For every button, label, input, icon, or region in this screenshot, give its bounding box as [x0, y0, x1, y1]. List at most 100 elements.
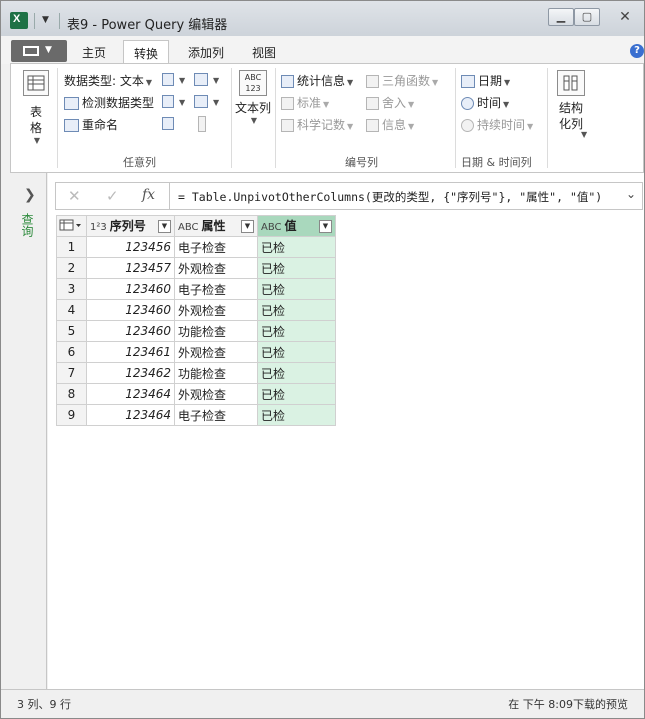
confirm-icon[interactable]: ✓ [106, 187, 119, 205]
rounding-button[interactable]: 舍入 ▼ [366, 94, 414, 111]
row-number[interactable]: 8 [56, 383, 87, 405]
table-row[interactable]: 1 123456 电子检查 已检 [56, 236, 336, 258]
time-button[interactable]: 时间 ▼ [461, 94, 509, 111]
duration-button[interactable]: 持续时间 ▼ [461, 116, 533, 133]
column-header-value[interactable]: ABC 值 ▼ [257, 215, 336, 237]
attribute-cell[interactable]: 外观检查 [174, 383, 258, 405]
tab-transform[interactable]: 转换 [123, 40, 169, 64]
attribute-cell[interactable]: 电子检查 [174, 404, 258, 426]
move-button[interactable]: ▼ [194, 94, 219, 108]
information-button[interactable]: 信息 ▼ [366, 116, 414, 133]
detect-type-button[interactable]: 检测数据类型 [64, 94, 154, 111]
attribute-cell[interactable]: 电子检查 [174, 278, 258, 300]
row-number[interactable]: 6 [56, 341, 87, 363]
serial-cell[interactable]: 123462 [86, 362, 175, 384]
table-button-label: 表格 [29, 105, 42, 135]
attribute-cell[interactable]: 外观检查 [174, 299, 258, 321]
value-cell[interactable]: 已检 [257, 404, 336, 426]
minimize-button[interactable]: ▁ [548, 8, 574, 26]
trig-button[interactable]: 三角函数 ▼ [366, 72, 438, 89]
table-row[interactable]: 2 123457 外观检查 已检 [56, 257, 336, 279]
column-header-attribute[interactable]: ABC 属性 ▼ [174, 215, 258, 237]
row-number[interactable]: 5 [56, 320, 87, 342]
file-menu-button[interactable]: ▼ [11, 40, 67, 62]
formula-bar[interactable]: = Table.UnpivotOtherColumns(更改的类型, {"序列号… [169, 182, 643, 210]
table-menu-button[interactable] [56, 215, 87, 237]
tab-home[interactable]: 主页 [73, 40, 115, 64]
convert-to-list-button[interactable] [198, 116, 209, 132]
group-label-datetime-column: 日期 & 时间列 [461, 156, 532, 169]
attribute-cell[interactable]: 外观检查 [174, 341, 258, 363]
tab-view[interactable]: 视图 [243, 40, 285, 64]
statistics-button[interactable]: 统计信息 ▼ [281, 72, 353, 89]
table-row[interactable]: 6 123461 外观检查 已检 [56, 341, 336, 363]
chevron-down-icon: ▼ [179, 76, 186, 85]
chevron-down-icon: ▼ [408, 100, 415, 109]
queries-label[interactable]: 查询 [20, 213, 36, 237]
serial-cell[interactable]: 123460 [86, 299, 175, 321]
serial-cell[interactable]: 123461 [86, 341, 175, 363]
serial-cell[interactable]: 123464 [86, 404, 175, 426]
value-cell[interactable]: 已检 [257, 341, 336, 363]
table-row[interactable]: 5 123460 功能检查 已检 [56, 320, 336, 342]
attribute-cell[interactable]: 外观检查 [174, 257, 258, 279]
table-row[interactable]: 4 123460 外观检查 已检 [56, 299, 336, 321]
value-cell[interactable]: 已检 [257, 236, 336, 258]
replace-values-button[interactable]: ▼ [162, 72, 185, 86]
table-row[interactable]: 7 123462 功能检查 已检 [56, 362, 336, 384]
value-cell[interactable]: 已检 [257, 320, 336, 342]
close-button[interactable]: ✕ [607, 8, 643, 26]
table-row[interactable]: 8 123464 外观检查 已检 [56, 383, 336, 405]
scientific-button[interactable]: 科学记数 ▼ [281, 116, 353, 133]
attribute-cell[interactable]: 功能检查 [174, 362, 258, 384]
filter-dropdown-icon[interactable]: ▼ [158, 219, 171, 233]
help-icon[interactable]: ? [630, 44, 644, 58]
maximize-button[interactable]: ▢ [574, 8, 600, 26]
value-cell[interactable]: 已检 [257, 278, 336, 300]
serial-cell[interactable]: 123456 [86, 236, 175, 258]
transpose-button[interactable] [162, 116, 177, 130]
formula-text[interactable]: = Table.UnpivotOtherColumns(更改的类型, {"序列号… [178, 189, 602, 205]
serial-cell[interactable]: 123460 [86, 320, 175, 342]
row-number[interactable]: 4 [56, 299, 87, 321]
serial-cell[interactable]: 123460 [86, 278, 175, 300]
unpivot-button[interactable]: ▼ [194, 72, 219, 86]
attribute-cell[interactable]: 电子检查 [174, 236, 258, 258]
filter-dropdown-icon[interactable]: ▼ [319, 219, 332, 233]
quick-access-dropdown-icon[interactable]: ▼ [42, 15, 49, 25]
row-number[interactable]: 2 [56, 257, 87, 279]
date-button[interactable]: 日期 ▼ [461, 72, 510, 89]
cancel-icon[interactable]: ✕ [68, 187, 81, 205]
filter-dropdown-icon[interactable]: ▼ [241, 219, 254, 233]
serial-cell[interactable]: 123464 [86, 383, 175, 405]
data-type-dropdown[interactable]: 数据类型: 文本 ▼ [64, 72, 152, 89]
table-row[interactable]: 9 123464 电子检查 已检 [56, 404, 336, 426]
row-number[interactable]: 1 [56, 236, 87, 258]
information-label: 信息 [382, 118, 407, 132]
attribute-cell[interactable]: 功能检查 [174, 320, 258, 342]
window-title: 表9 - Power Query 编辑器 [67, 18, 228, 33]
value-cell[interactable]: 已检 [257, 362, 336, 384]
row-number[interactable]: 7 [56, 362, 87, 384]
rename-button[interactable]: 重命名 [64, 116, 118, 133]
fill-button[interactable]: ▼ [162, 94, 185, 108]
text-column-button[interactable]: ABC 123 文本列 ▼ [235, 70, 271, 125]
table-row[interactable]: 3 123460 电子检查 已检 [56, 278, 336, 300]
row-number[interactable]: 9 [56, 404, 87, 426]
value-cell[interactable]: 已检 [257, 257, 336, 279]
standard-button[interactable]: 标准 ▼ [281, 94, 329, 111]
table-button[interactable]: 表格 ▼ [17, 70, 55, 145]
chevron-down-icon[interactable]: ⌄ [626, 187, 636, 201]
tab-add-column[interactable]: 添加列 [181, 40, 231, 64]
fx-icon[interactable]: fx [142, 187, 155, 203]
structured-column-button[interactable]: 结构化列 ▼ [551, 70, 591, 139]
value-cell[interactable]: 已检 [257, 299, 336, 321]
serial-cell[interactable]: 123457 [86, 257, 175, 279]
expand-queries-button[interactable]: ❯ [24, 187, 36, 203]
date-label: 日期 [478, 74, 503, 88]
column-header-serial[interactable]: 1²3 序列号 ▼ [86, 215, 175, 237]
unpivot-icon [194, 73, 208, 86]
row-number[interactable]: 3 [56, 278, 87, 300]
minimize-icon: ▁ [556, 10, 566, 23]
value-cell[interactable]: 已检 [257, 383, 336, 405]
